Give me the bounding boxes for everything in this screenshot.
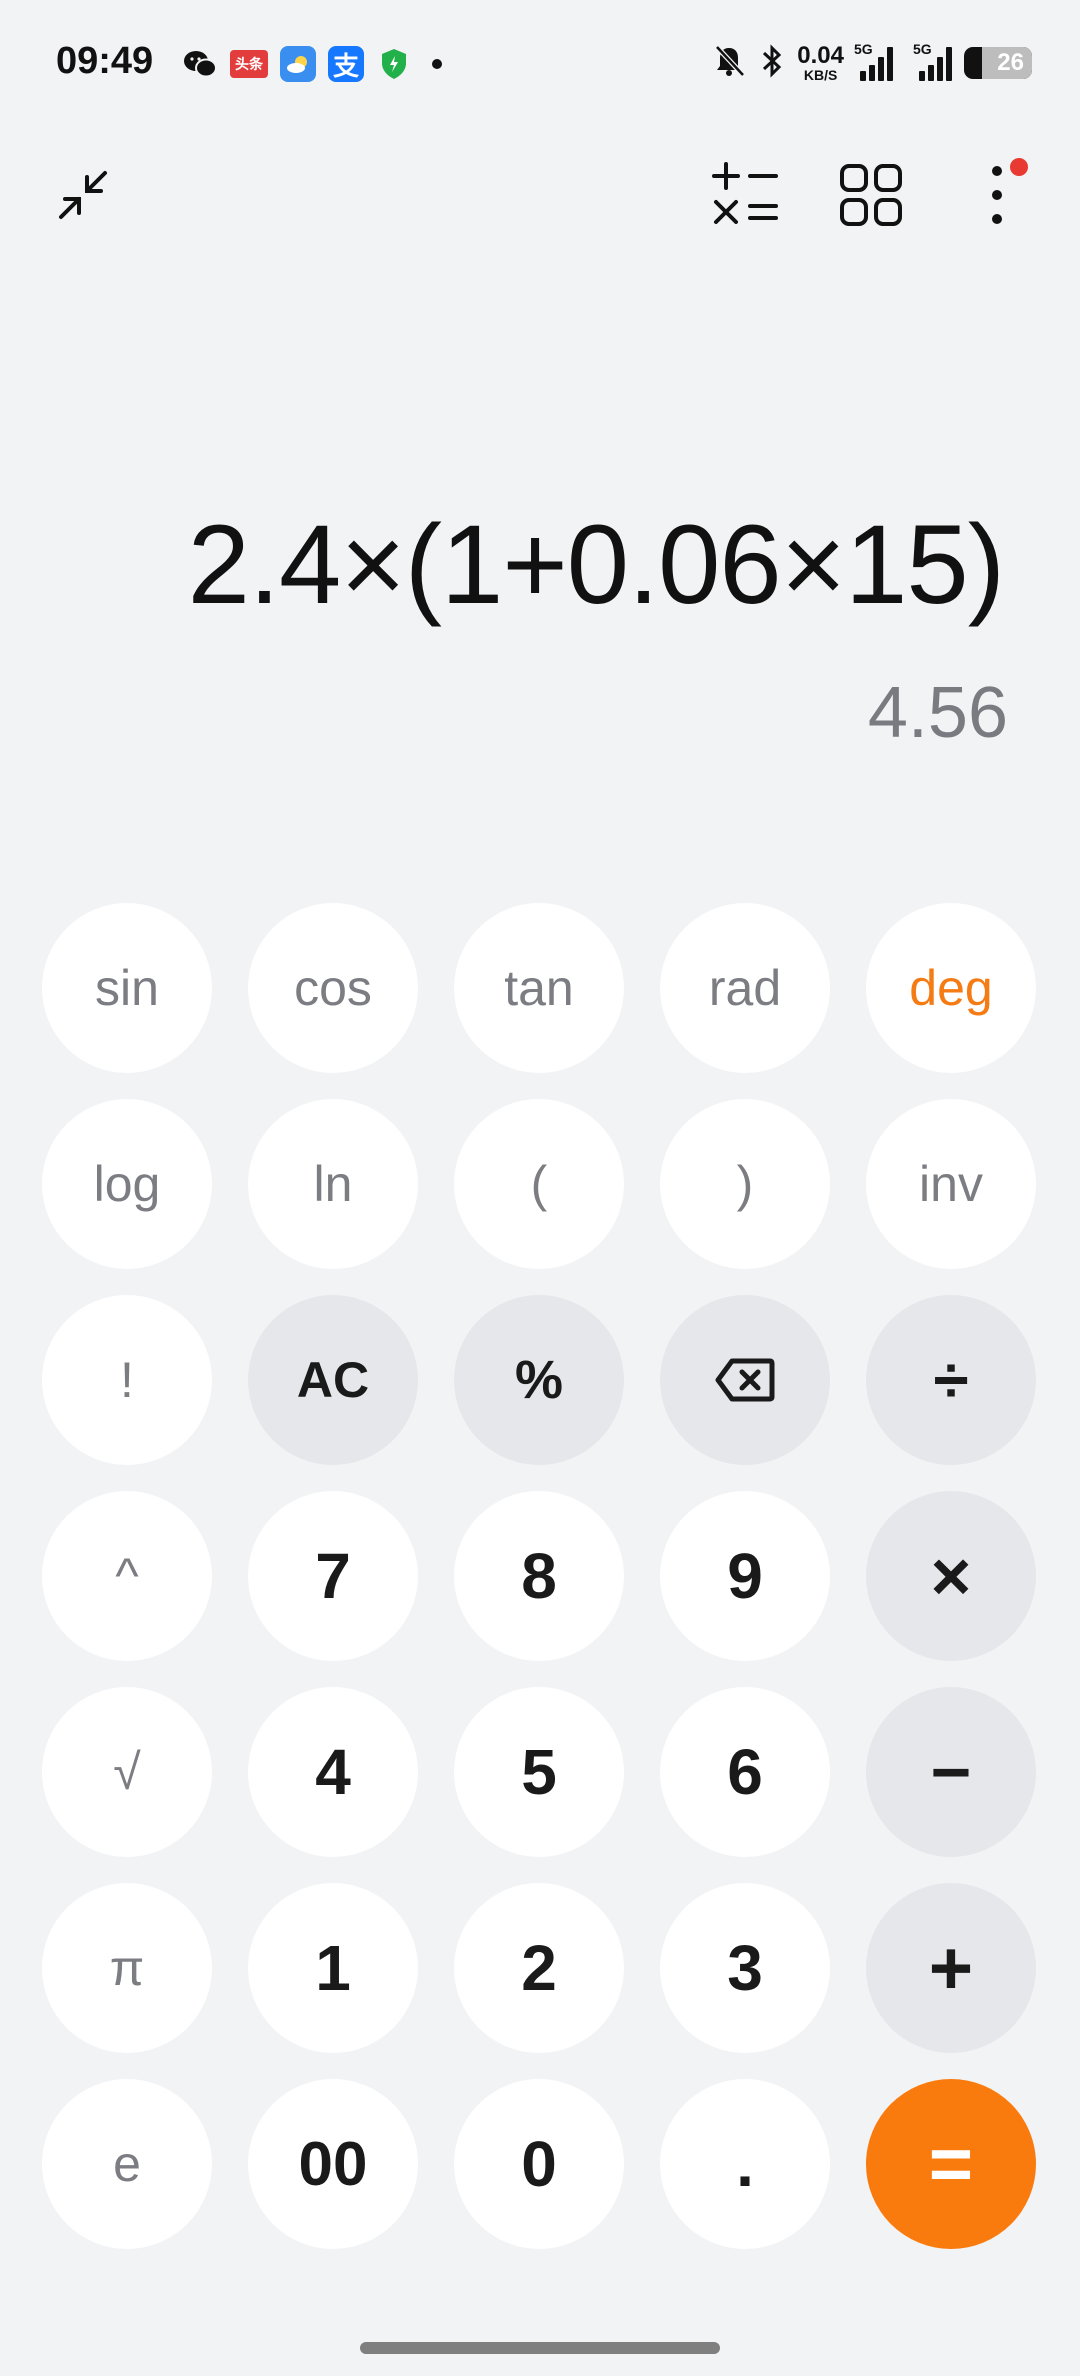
key-9[interactable]: 9: [660, 1491, 830, 1661]
bluetooth-icon: [759, 43, 785, 84]
key-2[interactable]: 2: [454, 1883, 624, 2053]
notification-icons: 头条 支: [182, 46, 442, 82]
sim2-signal-icon: 5G: [905, 41, 952, 81]
home-indicator[interactable]: [360, 2342, 720, 2354]
weather-icon: [280, 46, 316, 82]
key-0[interactable]: 0: [454, 2079, 624, 2249]
key-inv[interactable]: inv: [866, 1099, 1036, 1269]
key-open-paren[interactable]: (: [454, 1099, 624, 1269]
status-bar: 09:49 头条 支 0.04 KB/S 5G 5G 26: [0, 0, 1080, 130]
key-tan[interactable]: tan: [454, 903, 624, 1073]
key-deg[interactable]: deg: [866, 903, 1036, 1073]
network-speed: 0.04 KB/S: [797, 42, 844, 83]
backspace-icon: [715, 1358, 775, 1402]
key-e[interactable]: e: [42, 2079, 212, 2249]
more-notifications-dot: [432, 59, 442, 69]
menu-badge-dot: [1010, 158, 1028, 176]
key-log[interactable]: log: [42, 1099, 212, 1269]
alipay-icon: 支: [328, 46, 364, 82]
key-multiply[interactable]: ×: [866, 1491, 1036, 1661]
toolbar: [0, 150, 1080, 250]
mute-bell-icon: [711, 43, 747, 84]
key-divide[interactable]: ÷: [866, 1295, 1036, 1465]
collapse-arrows-icon[interactable]: [38, 150, 128, 240]
keypad: sin cos tan rad deg log ln ( ) inv ! AC …: [42, 903, 1038, 2249]
key-ln[interactable]: ln: [248, 1099, 418, 1269]
system-icons: 0.04 KB/S 5G 5G 26: [711, 40, 1032, 86]
key-sqrt[interactable]: √: [42, 1687, 212, 1857]
key-cos[interactable]: cos: [248, 903, 418, 1073]
key-minus[interactable]: −: [866, 1687, 1036, 1857]
key-1[interactable]: 1: [248, 1883, 418, 2053]
key-decimal[interactable]: .: [660, 2079, 830, 2249]
result-display: 4.56: [867, 673, 1008, 753]
sim1-signal-icon: 5G: [854, 41, 893, 81]
toutiao-icon: 头条: [230, 50, 268, 78]
key-backspace[interactable]: [660, 1295, 830, 1465]
wechat-icon: [182, 46, 218, 82]
status-time: 09:49: [56, 40, 154, 82]
key-rad[interactable]: rad: [660, 903, 830, 1073]
more-vertical-icon[interactable]: [952, 150, 1042, 240]
expression-display: 2.4×(1+0.06×15): [187, 502, 1005, 627]
grid-icon[interactable]: [826, 150, 916, 240]
calc-symbols-icon[interactable]: [700, 150, 790, 240]
key-all-clear[interactable]: AC: [248, 1295, 418, 1465]
key-plus[interactable]: +: [866, 1883, 1036, 2053]
key-close-paren[interactable]: ): [660, 1099, 830, 1269]
key-pi[interactable]: π: [42, 1883, 212, 2053]
key-percent[interactable]: %: [454, 1295, 624, 1465]
battery-icon: 26: [964, 47, 1032, 79]
key-7[interactable]: 7: [248, 1491, 418, 1661]
security-shield-icon: [376, 46, 412, 82]
key-factorial[interactable]: !: [42, 1295, 212, 1465]
key-sin[interactable]: sin: [42, 903, 212, 1073]
key-8[interactable]: 8: [454, 1491, 624, 1661]
key-4[interactable]: 4: [248, 1687, 418, 1857]
key-5[interactable]: 5: [454, 1687, 624, 1857]
key-3[interactable]: 3: [660, 1883, 830, 2053]
key-power[interactable]: ^: [42, 1491, 212, 1661]
key-6[interactable]: 6: [660, 1687, 830, 1857]
key-equals[interactable]: =: [866, 2079, 1036, 2249]
key-double-zero[interactable]: 00: [248, 2079, 418, 2249]
